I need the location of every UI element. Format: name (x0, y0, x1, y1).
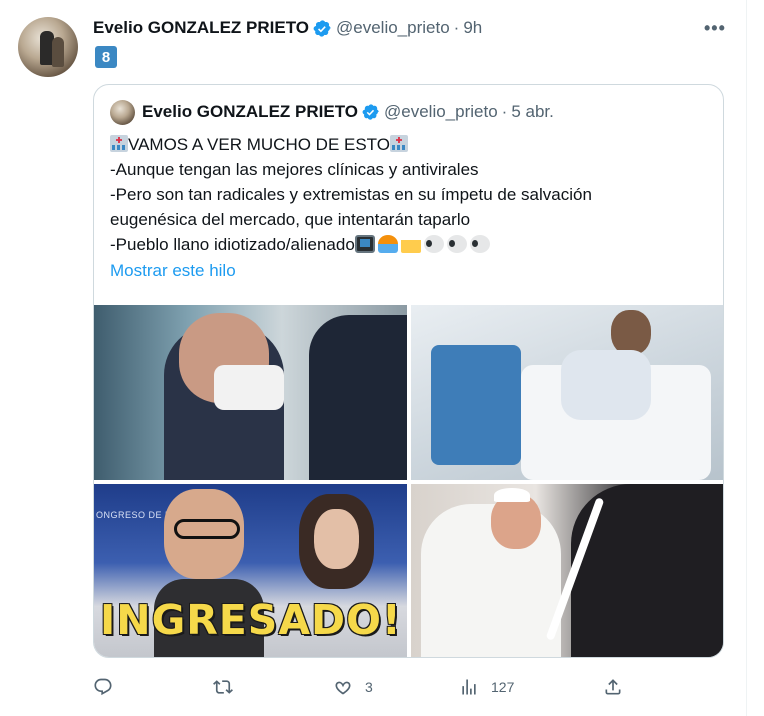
patient-face (611, 310, 651, 355)
text-line: VAMOS A VER MUCHO DE ESTO (110, 132, 710, 157)
hospital-icon (110, 135, 128, 152)
retweet-icon (213, 680, 233, 694)
television-icon (354, 235, 375, 253)
text-line: eugenésica del mercado, que intentarán t… (110, 210, 471, 229)
author-avatar[interactable] (18, 17, 78, 77)
views-count: 127 (491, 679, 515, 695)
quoted-author-handle: @evelio_prieto (384, 102, 498, 121)
ingresado-caption: INGRESADO! (100, 596, 402, 644)
patient-gown (561, 350, 651, 420)
keycap-badge: 8 (95, 46, 117, 68)
share-button[interactable] (603, 677, 623, 697)
sheep-icon (423, 235, 444, 253)
tweet-time[interactable]: 9h (463, 18, 482, 38)
like-button[interactable]: 3 (333, 677, 373, 697)
photo-ingresado-thumbnail[interactable]: ONGRESO DE LOS INGRESADO! (94, 484, 407, 657)
quoted-tweet[interactable]: Evelio GONZALEZ PRIETO @evelio_prieto · … (93, 84, 724, 658)
like-count: 3 (365, 679, 373, 695)
text-line-content: VAMOS A VER MUCHO DE ESTO (128, 135, 390, 154)
media-grid: ONGRESO DE LOS INGRESADO! (94, 305, 723, 657)
text-line: -Pueblo llano idiotizado/alienado (110, 232, 710, 257)
hospital-chair (431, 345, 521, 465)
separator-dot: · (501, 102, 508, 121)
views-button[interactable]: 127 (459, 677, 514, 697)
beer-mugs-icon (400, 235, 421, 253)
author-handle[interactable]: @evelio_prieto (336, 18, 450, 38)
beach-umbrella-icon (377, 235, 398, 253)
text-line: -Pero son tan radicales y extremistas en… (110, 185, 592, 204)
verified-badge-icon (313, 19, 331, 37)
reply-icon (94, 678, 112, 696)
verified-badge-icon (362, 104, 379, 120)
tweet-header: Evelio GONZALEZ PRIETO @evelio_prieto · … (93, 16, 482, 40)
text-line-content: -Pueblo llano idiotizado/alienado (110, 235, 355, 254)
photo-person-right (309, 315, 407, 480)
timeline-divider (746, 0, 747, 716)
quoted-tweet-header: Evelio GONZALEZ PRIETO @evelio_prieto · … (142, 100, 554, 124)
share-icon (605, 679, 621, 695)
quoted-author-name: Evelio GONZALEZ PRIETO (142, 102, 358, 121)
separator-dot: · (453, 18, 460, 37)
quoted-tweet-time: 5 abr. (511, 102, 554, 121)
reply-button[interactable] (93, 677, 125, 697)
sheep-icon (446, 235, 467, 253)
pope-face (491, 494, 541, 549)
woman-face (314, 509, 359, 569)
photo-hospital-patient[interactable] (411, 305, 723, 480)
more-options-icon[interactable]: ••• (704, 18, 726, 39)
hospital-icon (389, 135, 408, 152)
show-thread-link[interactable]: Mostrar este hilo (110, 261, 236, 281)
zucchetto (494, 488, 530, 502)
heart-icon (335, 681, 351, 695)
views-icon (462, 679, 476, 695)
avatar-figure-2 (52, 37, 64, 67)
quoted-tweet-text: VAMOS A VER MUCHO DE ESTO -Aunque tengan… (110, 132, 710, 257)
glasses (174, 519, 240, 539)
retweet-button[interactable] (213, 677, 245, 697)
text-line: -Aunque tengan las mejores clínicas y an… (110, 160, 479, 179)
face-mask (214, 365, 284, 410)
author-name[interactable]: Evelio GONZALEZ PRIETO (93, 18, 309, 38)
photo-man-with-mask[interactable] (94, 305, 407, 480)
tweet-actions: 3 127 (93, 677, 633, 701)
sheep-icon (469, 235, 490, 253)
photo-pope-assisted[interactable] (411, 484, 723, 657)
quoted-author-avatar (110, 100, 135, 125)
